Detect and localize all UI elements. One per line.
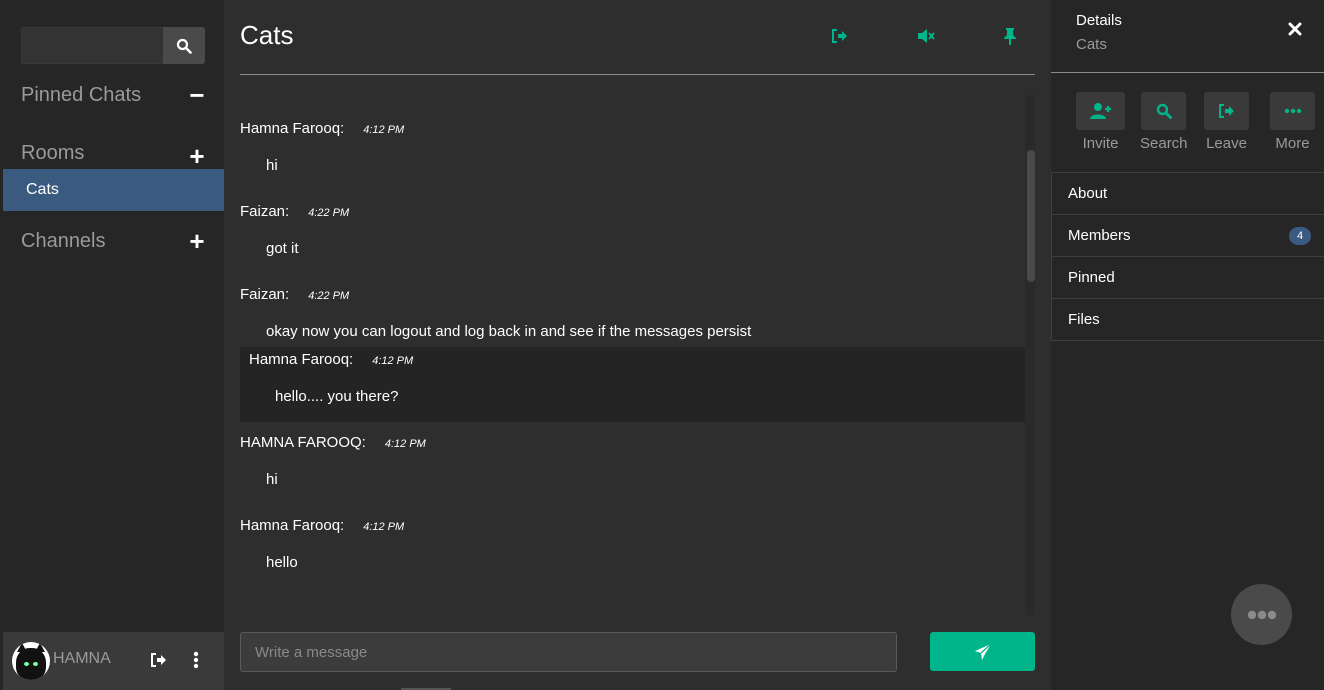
channels-header: Channels + [21, 228, 207, 254]
add-room-button[interactable]: + [187, 143, 207, 169]
message-author: HAMNA FAROOQ: [240, 434, 366, 451]
leave-label: Leave [1206, 135, 1247, 152]
message-item: Hamna Farooq: 4:12 PM hello [240, 505, 1025, 588]
menu-item-label: About [1068, 185, 1108, 202]
search-action-button[interactable]: Search [1140, 92, 1188, 152]
message-list: Hamna Farooq: 4:12 PM hi Faizan: 4:22 PM g… [240, 100, 1025, 588]
sidebar-item-cats[interactable]: Cats [3, 169, 224, 211]
invite-button[interactable]: Invite [1076, 92, 1125, 152]
message-item: Faizan: 4:22 PM got it [240, 183, 1025, 266]
chat-panel: Cats Hamna Farooq: 4:12 PM hi Faizan: 4:22… [224, 0, 1051, 690]
message-author: Faizan: [240, 286, 290, 303]
close-icon [1288, 22, 1302, 36]
message-text: hello [266, 554, 298, 571]
search-button[interactable] [163, 27, 205, 64]
invite-label: Invite [1082, 135, 1119, 152]
search-input[interactable] [21, 27, 163, 64]
message-item: Hamna Farooq: 4:12 PM hi [240, 100, 1025, 183]
menu-item-label: Files [1068, 311, 1100, 328]
pin-icon [1004, 28, 1016, 45]
message-text: hi [266, 471, 278, 488]
scrollbar-thumb[interactable] [1027, 150, 1035, 282]
details-subtitle: Cats [1076, 36, 1107, 53]
search-icon [1156, 103, 1172, 119]
channels-label: Channels [21, 229, 106, 252]
details-panel: Details Cats Invite Search Leave More Ab… [1051, 0, 1324, 690]
message-item: Faizan: 4:22 PM okay now you can logout a… [240, 266, 1025, 347]
message-author: Hamna Farooq: [240, 120, 345, 137]
sidebar-search [21, 27, 205, 64]
send-button[interactable] [930, 632, 1035, 671]
message-time: 4:12 PM [363, 521, 405, 533]
add-channel-button[interactable]: + [187, 228, 207, 254]
pinned-chats-label: Pinned Chats [21, 83, 142, 106]
menu-item-members[interactable]: Members [1051, 215, 1324, 257]
menu-item-pinned[interactable]: Pinned [1051, 257, 1324, 299]
menu-item-label: Members [1068, 227, 1131, 244]
more-action-button[interactable]: More [1270, 92, 1315, 152]
message-time: 4:12 PM [372, 355, 414, 367]
message-item: HAMNA FAROOQ: 4:12 PM hi [240, 422, 1025, 505]
pinned-chats-header: Pinned Chats − [21, 82, 207, 108]
header-divider [240, 74, 1035, 75]
message-author: Faizan: [240, 203, 290, 220]
sidebar-item-label: Cats [26, 181, 59, 198]
search-icon [176, 38, 192, 54]
mute-button[interactable] [916, 28, 936, 49]
menu-item-about[interactable]: About [1051, 173, 1324, 215]
pin-button[interactable] [1002, 27, 1018, 50]
message-time: 4:12 PM [384, 438, 426, 450]
more-label: More [1275, 135, 1310, 152]
floating-chat-button[interactable] [1231, 584, 1292, 645]
logout-button[interactable] [150, 652, 168, 673]
message-time: 4:22 PM [308, 290, 350, 302]
message-input-placeholder: Write a message [255, 643, 368, 661]
more-icon [1284, 108, 1301, 114]
leave-icon [832, 29, 847, 43]
details-divider [1051, 72, 1324, 73]
logout-icon [151, 653, 166, 667]
search-label: Search [1140, 135, 1188, 152]
rooms-label: Rooms [21, 141, 85, 164]
message-text: okay now you can logout and log back in … [266, 323, 752, 340]
menu-item-files[interactable]: Files [1051, 299, 1324, 341]
details-menu: About Members Pinned Files 4 [1051, 172, 1324, 341]
user-menu-button[interactable] [193, 651, 199, 674]
close-details-button[interactable] [1288, 22, 1302, 41]
avatar[interactable] [12, 642, 50, 680]
message-time: 4:22 PM [308, 207, 350, 219]
message-text: hi [266, 157, 278, 174]
mute-icon [918, 29, 935, 43]
message-time: 4:12 PM [363, 124, 405, 136]
user-plus-icon [1089, 103, 1111, 119]
sidebar: Pinned Chats − Rooms + Cats Channels + H… [0, 0, 224, 690]
details-title: Details [1076, 12, 1122, 29]
leave-icon [1218, 104, 1234, 118]
members-count-badge: 4 [1289, 227, 1311, 245]
message-input[interactable]: Write a message [240, 632, 897, 672]
user-bar: HAMNA [3, 632, 224, 690]
collapse-pinned-button[interactable]: − [187, 82, 207, 108]
kebab-menu-icon [193, 651, 199, 669]
message-text: got it [266, 240, 299, 257]
message-item-highlighted: Hamna Farooq: 4:12 PM hello.... you there… [240, 347, 1025, 422]
message-author: Hamna Farooq: [240, 517, 345, 534]
message-author: Hamna Farooq: [249, 351, 354, 368]
leave-action-button[interactable]: Leave [1204, 92, 1249, 152]
chat-title: Cats [240, 20, 294, 50]
menu-item-label: Pinned [1068, 269, 1115, 286]
send-icon [974, 643, 991, 660]
message-text: hello.... you there? [275, 388, 399, 405]
user-name: HAMNA [53, 650, 111, 667]
leave-room-button[interactable] [831, 28, 849, 49]
cat-avatar-icon [16, 643, 46, 680]
rooms-header: Rooms + [21, 137, 207, 170]
ellipsis-icon [1247, 610, 1276, 619]
